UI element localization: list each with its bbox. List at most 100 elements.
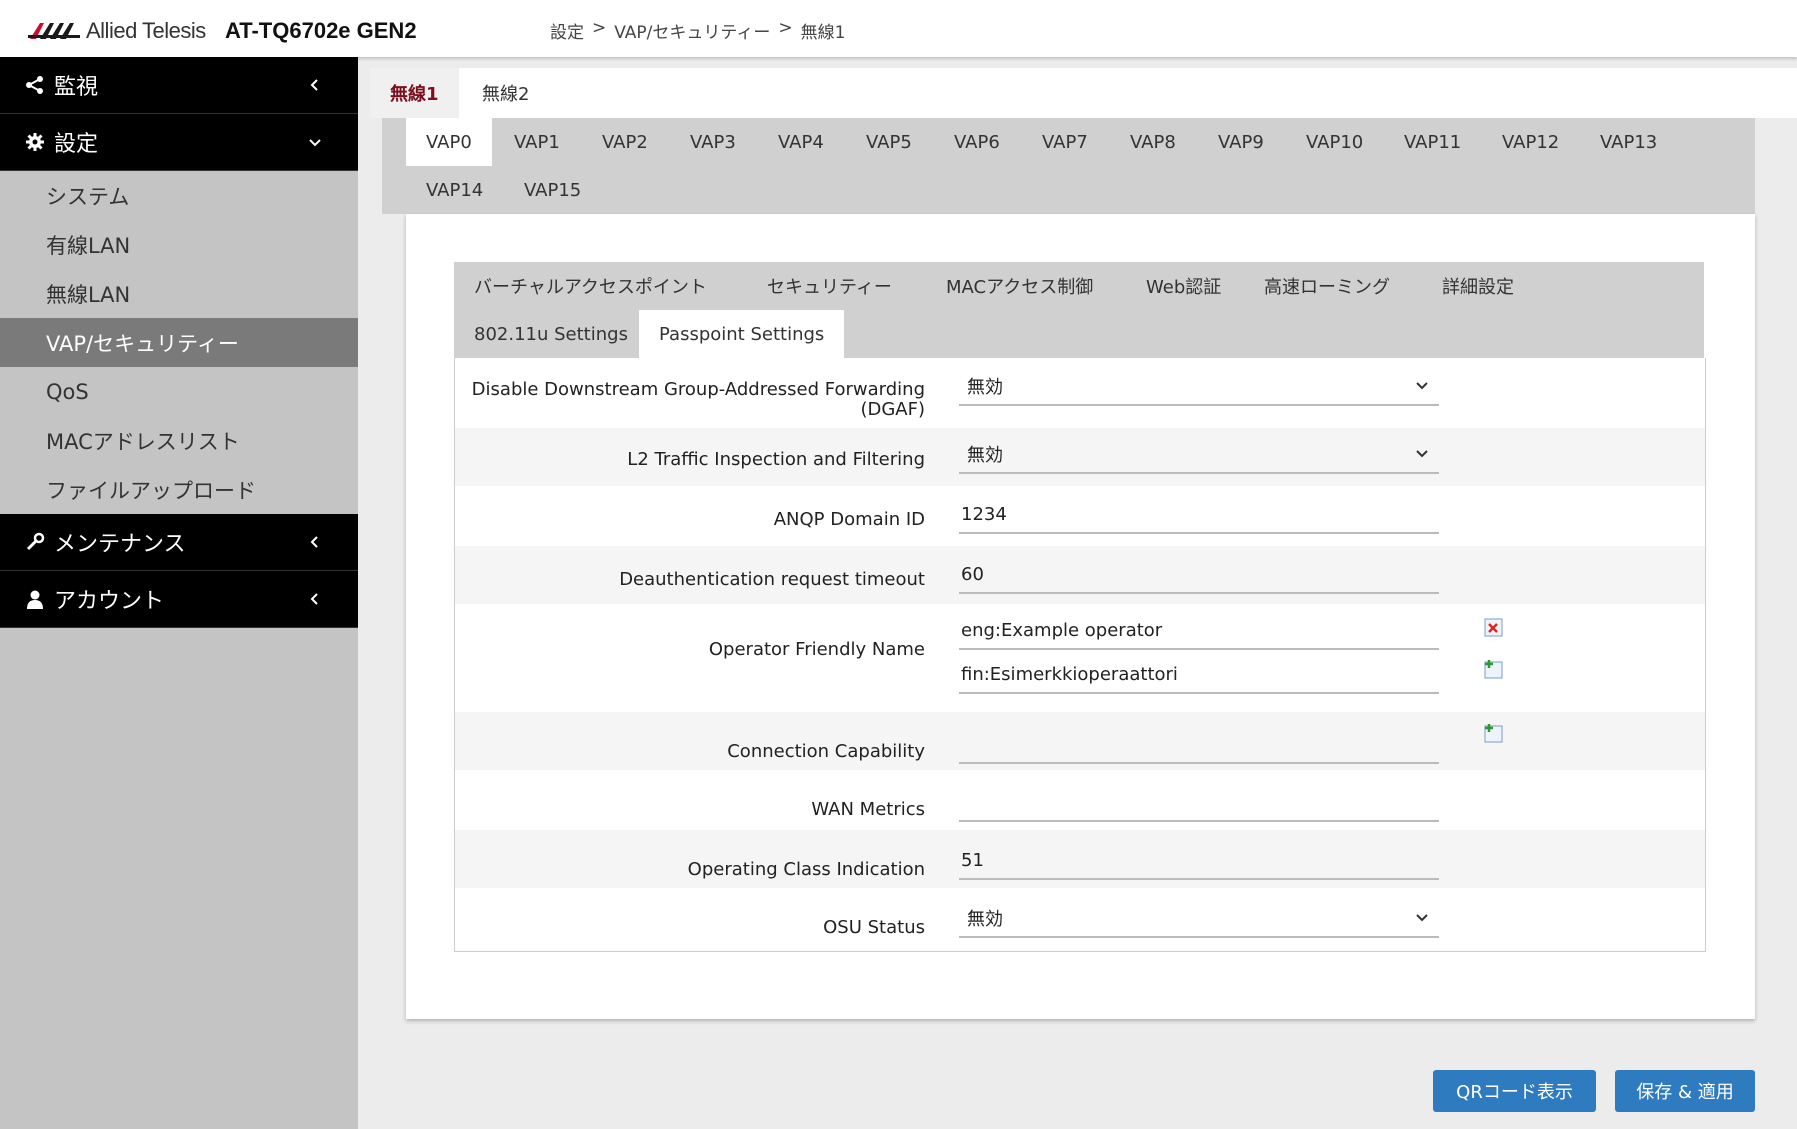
tab-vap5[interactable]: VAP5 [846, 118, 932, 166]
connection-capability-input[interactable] [959, 726, 1439, 764]
dgaf-label: Disable Downstream Group-Addressed Forwa… [465, 380, 925, 420]
tab-vap14[interactable]: VAP14 [406, 166, 503, 214]
tab-passpoint-settings[interactable]: Passpoint Settings [639, 310, 845, 358]
sidebar-item-vap-security[interactable]: VAP/セキュリティー [0, 318, 358, 367]
dgaf-label-line: Disable Downstream Group-Addressed Forwa… [471, 379, 925, 400]
tab-web-auth[interactable]: Web認証 [1126, 262, 1241, 310]
breadcrumb-item: 無線1 [800, 23, 846, 43]
dgaf-select[interactable]: 無効 [959, 368, 1439, 406]
operating-class-label: Operating Class Indication [687, 859, 925, 880]
passpoint-form: Disable Downstream Group-Addressed Forwa… [454, 358, 1706, 952]
nav-monitor-label: 監視 [54, 75, 99, 100]
nav-account[interactable]: アカウント [0, 571, 358, 628]
tab-security[interactable]: セキュリティー [747, 262, 912, 310]
sidebar-item-wireless-lan[interactable]: 無線LAN [0, 269, 358, 318]
dgaf-row: Disable Downstream Group-Addressed Forwa… [455, 358, 1705, 428]
breadcrumb: 設定 > VAP/セキュリティー > 無線1 [550, 18, 845, 43]
wan-metrics-label: WAN Metrics [811, 799, 925, 820]
breadcrumb-item[interactable]: 設定 [550, 18, 584, 43]
tab-vap10[interactable]: VAP10 [1286, 118, 1383, 166]
sidebar-item-file-upload[interactable]: ファイルアップロード [0, 465, 358, 514]
tab-vap4[interactable]: VAP4 [758, 118, 844, 166]
nav-maintenance-label: メンテナンス [54, 532, 186, 557]
chevron-left-icon [310, 536, 318, 548]
operator-name-label: Operator Friendly Name [708, 639, 925, 660]
operating-class-input[interactable]: 51 [959, 842, 1439, 880]
sidebar-item-mac-address-list[interactable]: MACアドレスリスト [0, 416, 358, 465]
l2-filter-select[interactable]: 無効 [959, 436, 1439, 474]
tab-vap9[interactable]: VAP9 [1198, 118, 1284, 166]
tab-fast-roaming[interactable]: 高速ローミング [1244, 262, 1410, 310]
dgaf-value: 無効 [967, 377, 1003, 398]
deauth-timeout-input[interactable]: 60 [959, 556, 1439, 594]
user-icon [24, 588, 46, 610]
sidebar-item-wired-lan[interactable]: 有線LAN [0, 220, 358, 269]
share-icon [24, 74, 46, 96]
sidebar-item-qos[interactable]: QoS [0, 367, 358, 416]
tab-vap15[interactable]: VAP15 [504, 166, 601, 214]
osu-status-label: OSU Status [823, 917, 925, 938]
gear-icon [24, 131, 46, 153]
dgaf-label-line: (DGAF) [860, 399, 925, 420]
sidebar-item-system[interactable]: システム [0, 171, 358, 220]
breadcrumb-separator: > [592, 18, 607, 38]
anqp-label: ANQP Domain ID [773, 509, 925, 530]
tab-virtual-access-point[interactable]: バーチャルアクセスポイント [454, 262, 727, 310]
chevron-down-icon [1416, 914, 1428, 922]
chevron-down-icon [309, 139, 321, 147]
vap-tab-bar: VAP0 VAP1 VAP2 VAP3 VAP4 VAP5 VAP6 VAP7 … [382, 118, 1755, 214]
top-header: Allied Telesis AT-TQ6702e GEN2 設定 > VAP/… [0, 0, 1797, 57]
deauth-label: Deauthentication request timeout [619, 569, 925, 590]
device-model: AT-TQ6702e GEN2 [225, 18, 417, 43]
operating-class-row: Operating Class Indication 51 [455, 830, 1705, 888]
delete-row-icon[interactable] [1483, 616, 1505, 638]
tab-radio2[interactable]: 無線2 [462, 68, 549, 118]
tab-vap8[interactable]: VAP8 [1110, 118, 1196, 166]
wrench-icon [24, 531, 46, 553]
allied-telesis-logo-icon [28, 23, 80, 39]
osu-status-value: 無効 [967, 909, 1003, 930]
radio-tab-bar: 無線1 無線2 [370, 68, 1797, 118]
tab-vap13[interactable]: VAP13 [1580, 118, 1677, 166]
show-qr-code-button[interactable]: QRコード表示 [1433, 1070, 1596, 1112]
add-row-icon[interactable] [1483, 658, 1505, 680]
connection-capability-label: Connection Capability [727, 741, 925, 762]
brand-logo[interactable]: Allied Telesis [28, 18, 206, 44]
chevron-left-icon [310, 79, 318, 91]
tab-vap7[interactable]: VAP7 [1022, 118, 1108, 166]
nav-settings[interactable]: 設定 [0, 114, 358, 171]
tab-mac-access-control[interactable]: MACアクセス制御 [926, 262, 1113, 310]
l2-filter-value: 無効 [967, 445, 1003, 466]
deauth-row: Deauthentication request timeout 60 [455, 546, 1705, 604]
tab-vap12[interactable]: VAP12 [1482, 118, 1579, 166]
anqp-row: ANQP Domain ID 1234 [455, 486, 1705, 546]
chevron-down-icon [1416, 382, 1428, 390]
breadcrumb-item[interactable]: VAP/セキュリティー [614, 18, 770, 43]
wan-metrics-input[interactable] [959, 784, 1439, 822]
l2-filter-label: L2 Traffic Inspection and Filtering [627, 449, 925, 470]
osu-status-select[interactable]: 無効 [959, 900, 1439, 938]
operator-name-input[interactable]: eng:Example operator [959, 612, 1439, 650]
breadcrumb-separator: > [778, 18, 793, 38]
nav-maintenance[interactable]: メンテナンス [0, 514, 358, 571]
tab-vap1[interactable]: VAP1 [494, 118, 580, 166]
osu-status-row: OSU Status 無効 [455, 888, 1705, 950]
operator-name-row: Operator Friendly Name eng:Example opera… [455, 604, 1705, 712]
nav-monitor[interactable]: 監視 [0, 57, 358, 114]
add-row-icon[interactable] [1483, 722, 1505, 744]
operator-name-input[interactable]: fin:Esimerkkioperaattori [959, 656, 1439, 694]
tab-radio1[interactable]: 無線1 [370, 68, 459, 118]
chevron-left-icon [310, 593, 318, 605]
tab-vap6[interactable]: VAP6 [934, 118, 1020, 166]
settings-tab-bar: バーチャルアクセスポイント セキュリティー MACアクセス制御 Web認証 高速… [454, 262, 1704, 358]
tab-80211u-settings[interactable]: 802.11u Settings [454, 310, 648, 358]
tab-advanced-settings[interactable]: 詳細設定 [1422, 262, 1534, 310]
chevron-down-icon [1416, 450, 1428, 458]
tab-vap0[interactable]: VAP0 [406, 118, 492, 166]
tab-vap2[interactable]: VAP2 [582, 118, 668, 166]
anqp-domain-id-input[interactable]: 1234 [959, 496, 1439, 534]
tab-vap11[interactable]: VAP11 [1384, 118, 1481, 166]
tab-vap3[interactable]: VAP3 [670, 118, 756, 166]
save-and-apply-button[interactable]: 保存 & 適用 [1615, 1070, 1755, 1112]
sidebar: 監視 設定 システム 有線LAN 無線LAN VAP/セキュリティー QoS M… [0, 57, 358, 1129]
